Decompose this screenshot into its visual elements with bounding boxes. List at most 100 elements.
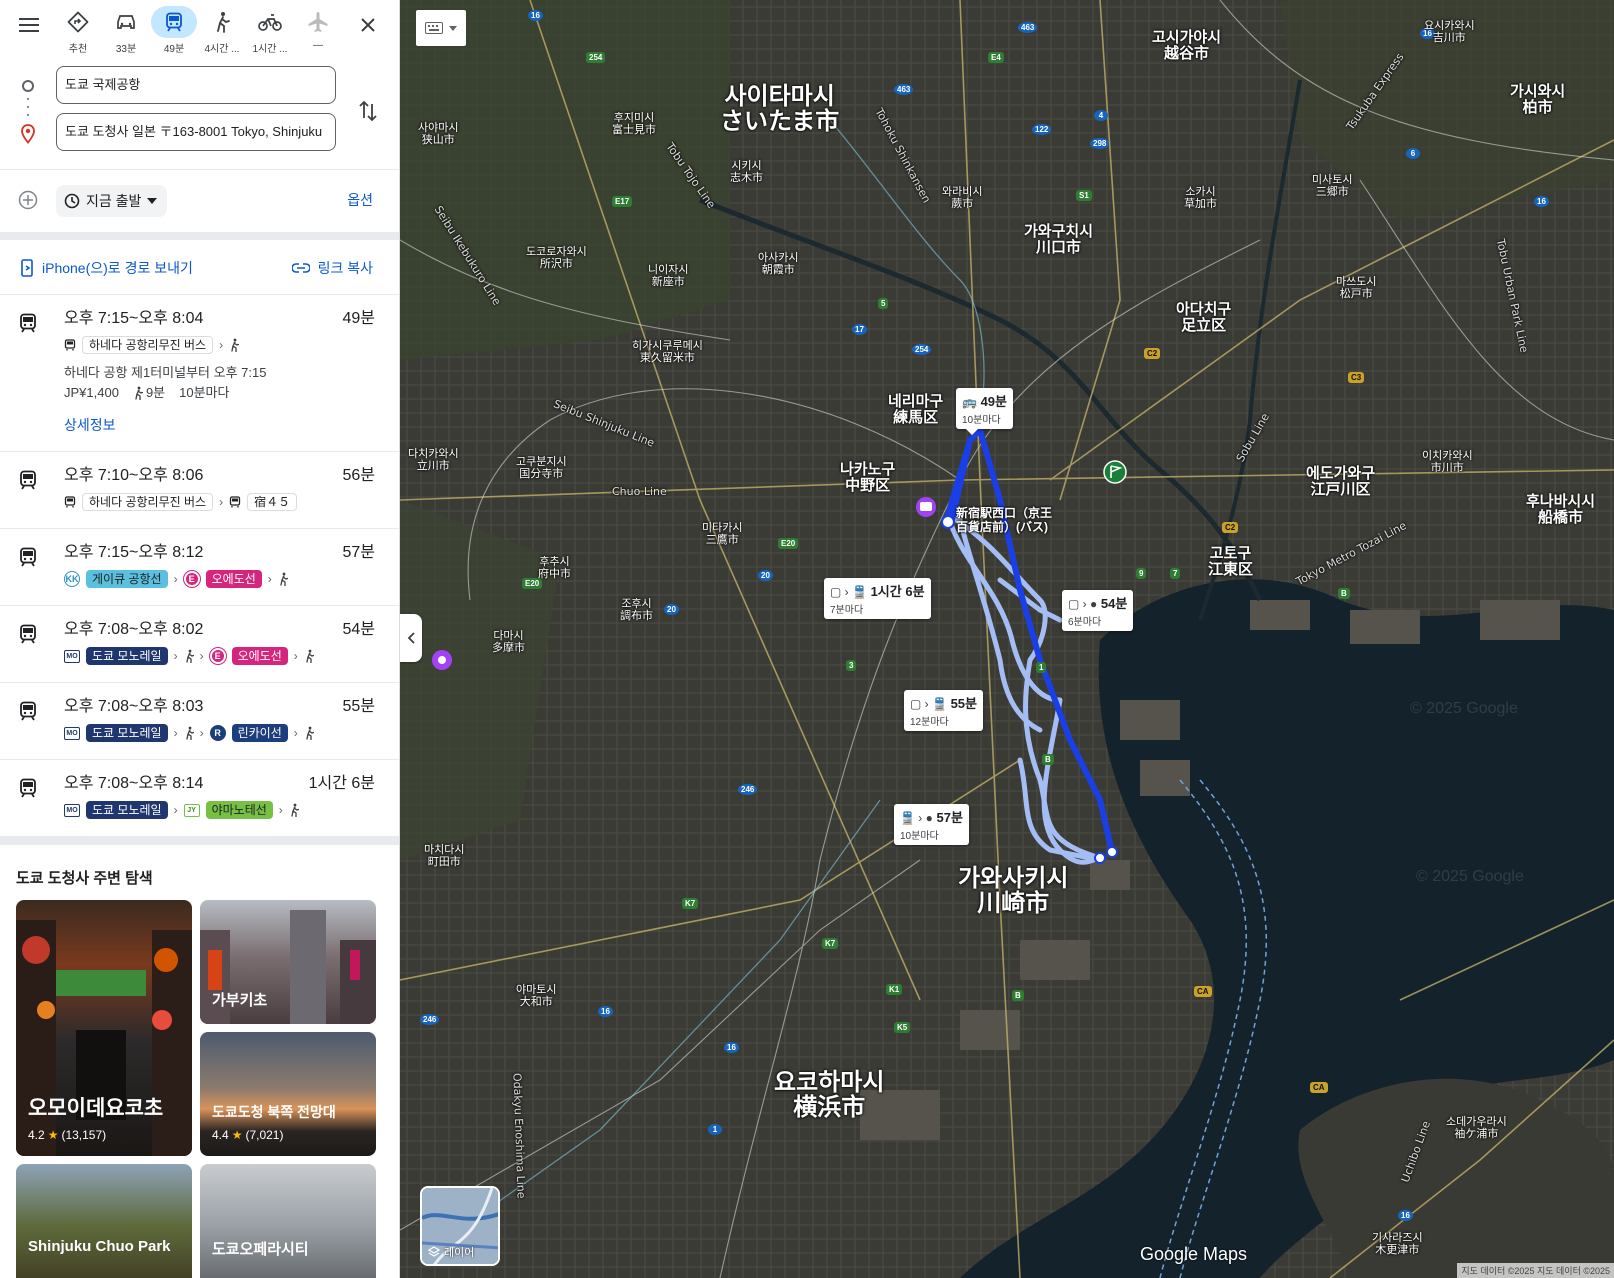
city-label: 후나바시시 船橋市	[1526, 492, 1596, 526]
route-duration: 55분	[342, 698, 375, 715]
explore-card-kabukicho[interactable]: 가부키초	[200, 900, 376, 1024]
city-label-saitama: 사이타마시 さいたま市	[720, 82, 840, 136]
transit-line-chip: 야마노테선	[205, 801, 273, 819]
route-steps: 하네다 공항리무진 버스 ›	[64, 335, 375, 355]
origin-circle-icon	[22, 80, 34, 92]
bus-icon: 🚌	[962, 395, 977, 409]
route-steps: MO 도쿄 모노레일 › › R 린카이선 ›	[64, 723, 375, 743]
map-watermark: © 2025 Google	[1416, 868, 1524, 885]
divider	[0, 232, 399, 240]
menu-button[interactable]	[14, 10, 44, 40]
caret-down-icon	[147, 198, 158, 204]
route-list: 오후 7:15~오후 8:04 49분 하네다 공항리무진 버스 › 하네다 공항 제1…	[0, 295, 399, 837]
layers-button[interactable]: 레이어	[420, 1186, 500, 1266]
travel-mode-car[interactable]: 33분	[102, 6, 150, 62]
keyboard-shortcuts-button[interactable]	[416, 10, 466, 46]
copy-link-button[interactable]: 링크 복사	[291, 258, 373, 278]
depart-row: 지금 출발 옵션	[0, 170, 399, 232]
route-shield: CA	[1194, 986, 1212, 997]
route-shield: 3	[846, 660, 857, 671]
walk-icon	[231, 338, 240, 352]
route-option[interactable]: 오후 7:08~오후 8:03 55분 MO 도쿄 모노레일 › › R 린카이선 ›	[0, 683, 399, 760]
transit-line-chip: 도쿄 모노레일	[86, 801, 168, 819]
route-shield: 16	[598, 1006, 613, 1017]
explore-card-omoide[interactable]: 오모이데요코초 4.2 ★ (13,157)	[16, 900, 192, 1156]
walk-icon	[185, 649, 194, 663]
chevron-right-icon: ›	[267, 572, 272, 586]
google-maps-logo: Google Maps	[1140, 1244, 1248, 1264]
collapse-panel-button[interactable]	[400, 614, 422, 662]
explore-card-observatory[interactable]: 도쿄도청 북쪽 전망대 4.4 ★ (7,021)	[200, 1032, 376, 1156]
route-shield: B	[1042, 754, 1054, 765]
route-option[interactable]: 오후 7:15~오후 8:12 57분 KK 게이큐 공항선 › E 오에도선 ›	[0, 529, 399, 606]
route-steps: MO 도쿄 모노레일 › JY 야마노테선 ›	[64, 800, 375, 820]
route-shield: 1	[1036, 662, 1047, 673]
route-shield: 254	[586, 52, 606, 63]
satellite-map	[400, 0, 1614, 1278]
route-label-54min[interactable]: ▢ › ● 54분 6분마다	[1062, 590, 1134, 631]
transit-line-chip: 오에도선	[205, 570, 262, 588]
close-directions-button[interactable]	[353, 10, 383, 40]
flight-icon	[295, 6, 341, 38]
route-label-57min[interactable]: 🚆 › ● 57분 10분마다	[894, 804, 969, 845]
travel-mode-label: 33분	[115, 44, 137, 55]
map-canvas[interactable]: © 2025 Google © 2025 Google 16 254 463 4…	[400, 0, 1614, 1278]
map-attribution[interactable]: 지도 데이터 ©2025 지도 데이터 ©2025	[1457, 1263, 1614, 1278]
travel-mode-bike[interactable]: 1시간 ...	[246, 6, 294, 62]
transit-line-chip: 宿４５	[247, 493, 298, 511]
travel-mode-walk[interactable]: 4시간 ...	[198, 6, 246, 62]
city-label: 야마토시 大和市	[516, 983, 557, 1008]
travel-mode-label: 추천	[68, 44, 88, 55]
route-option[interactable]: 오후 7:10~오후 8:06 56분 하네다 공항리무진 버스 › 宿４５	[0, 452, 399, 529]
card-title: 가부키초	[212, 992, 268, 1009]
options-button[interactable]: 옵션	[347, 190, 373, 210]
line-symbol-icon: JY	[183, 803, 200, 817]
chevron-right-icon: ›	[173, 649, 178, 663]
transit-line-chip: 오에도선	[231, 647, 288, 665]
chevron-right-icon: ›	[173, 726, 178, 740]
route-shield: 5	[878, 298, 889, 309]
layers-icon	[428, 1246, 440, 1257]
route-shield: 7	[1170, 568, 1181, 579]
route-departure-info: 하네다 공항 제1터미널부터 오후 7:15	[64, 365, 267, 380]
swap-icon[interactable]	[359, 100, 377, 122]
city-label: 니이자시 新座市	[648, 263, 689, 288]
card-rating: 4.2 ★ (13,157)	[28, 1128, 107, 1142]
route-label-1h6min[interactable]: ▢ › 🚆 1시간 6분 7분마다	[824, 578, 931, 619]
transit-icon	[151, 6, 197, 38]
route-details-link[interactable]: 상세정보	[64, 415, 375, 435]
route-option[interactable]: 오후 7:08~오후 8:02 54분 MO 도쿄 모노레일 › › E 오에도선 ›	[0, 606, 399, 683]
route-option[interactable]: 오후 7:15~오후 8:04 49분 하네다 공항리무진 버스 › 하네다 공항 제1…	[0, 295, 399, 452]
route-shield: C2	[1144, 348, 1161, 359]
route-shield: 17	[852, 324, 867, 335]
link-icon	[291, 263, 310, 273]
city-label: 요시카와시 吉川市	[1424, 19, 1475, 44]
route-label-55min[interactable]: ▢ › 🚆 55분 12분마다	[904, 690, 983, 731]
transit-line-chip: 린카이선	[231, 724, 288, 742]
route-shield: 16	[1398, 1210, 1413, 1221]
travel-mode-directions[interactable]: 추천	[54, 6, 102, 62]
city-label: 와라비시 蕨市	[942, 185, 983, 210]
route-label-49min[interactable]: 🚌 49분 10분마다	[956, 388, 1013, 435]
phone-send-icon	[21, 259, 33, 277]
city-label: 소데가우라시 袖ケ浦市	[1446, 1115, 1507, 1140]
explore-cards: 오모이데요코초 4.2 ★ (13,157) 가부키초 도쿄도청 북쪽 전망대 …	[0, 900, 399, 1278]
route-duration: 57분	[342, 544, 375, 561]
add-stop-icon[interactable]	[18, 190, 38, 210]
explore-card-opera-city[interactable]: 도쿄오페라시티	[200, 1164, 376, 1278]
send-to-phone-button[interactable]: iPhone(으)로 경로 보내기	[20, 258, 193, 278]
explore-card-chuo-park[interactable]: Shinjuku Chuo Park	[16, 1164, 192, 1278]
directions-icon	[55, 6, 101, 38]
depart-time-button[interactable]: 지금 출발	[56, 185, 168, 217]
route-option[interactable]: 오후 7:08~오후 8:14 1시간 6분 MO 도쿄 모노레일 › JY 야마노테선 ›	[0, 760, 399, 837]
route-dots-icon	[27, 98, 29, 116]
caret-down-icon	[449, 25, 457, 31]
origin-input[interactable]: 도쿄 국제공항	[56, 66, 336, 104]
station-label: 新宿駅西口（京王 百貨店前）(バス)	[956, 506, 1053, 535]
travel-mode-flight[interactable]: —	[294, 6, 342, 62]
walk-icon	[135, 386, 143, 400]
destination-input[interactable]: 도쿄 도청사 일본 〒163-8001 Tokyo, Shinjuku	[56, 113, 336, 151]
route-fare: JP¥1,400	[64, 385, 119, 400]
route-shield: B	[1012, 990, 1024, 1001]
travel-mode-transit[interactable]: 49분	[150, 6, 198, 62]
